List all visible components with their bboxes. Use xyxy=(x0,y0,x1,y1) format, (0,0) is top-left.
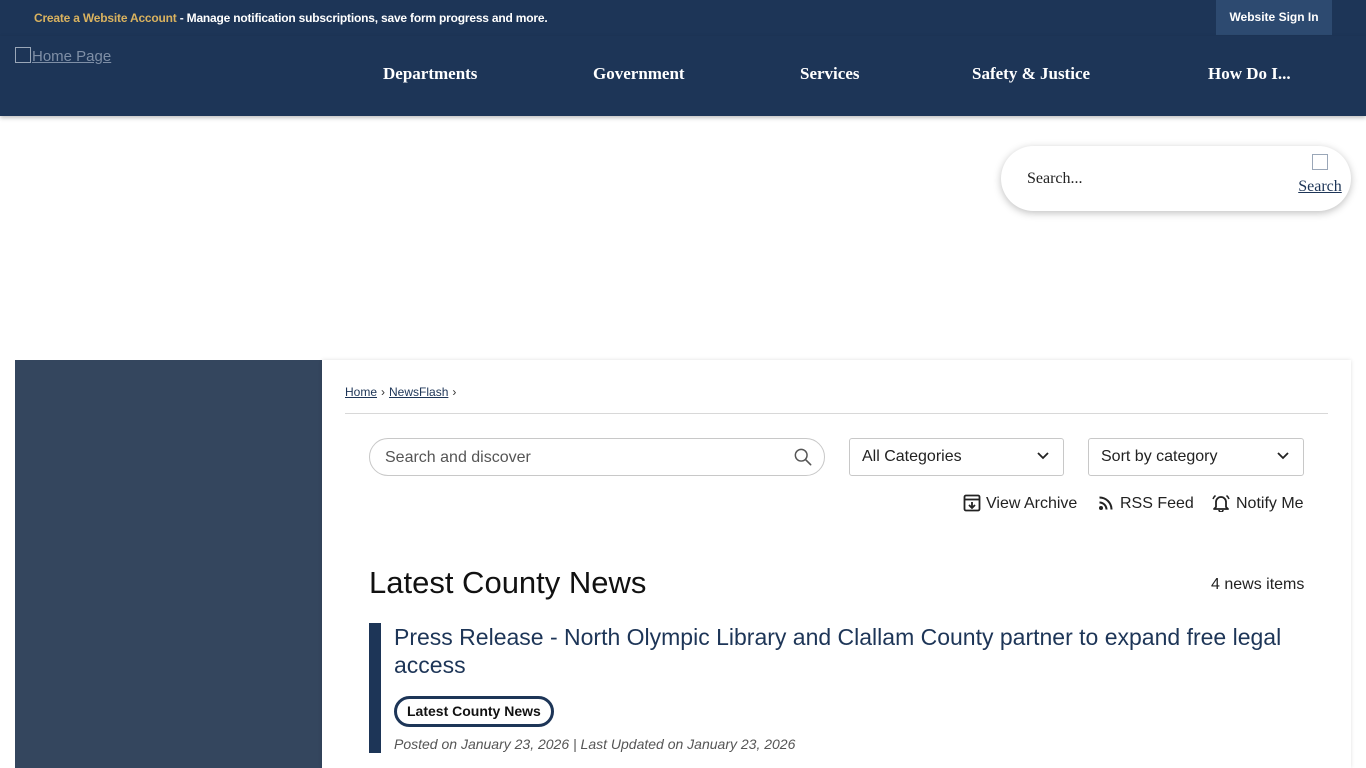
breadcrumb: Home › NewsFlash › xyxy=(345,385,460,399)
nav-departments[interactable]: Departments xyxy=(383,64,477,84)
breadcrumb-home[interactable]: Home xyxy=(345,385,377,399)
rss-feed-link[interactable]: RSS Feed xyxy=(1097,494,1194,513)
breadcrumb-newsflash[interactable]: NewsFlash xyxy=(389,385,448,399)
news-accent-bar xyxy=(369,623,381,753)
news-category-tag[interactable]: Latest County News xyxy=(394,696,554,727)
logo-alt-text: Home Page xyxy=(32,48,112,65)
category-select[interactable]: All Categories xyxy=(849,438,1064,476)
notify-me-label: Notify Me xyxy=(1236,495,1304,512)
view-archive-link[interactable]: View Archive xyxy=(963,494,1077,513)
news-search-box xyxy=(369,438,825,476)
news-count: 4 news items xyxy=(1211,576,1305,593)
nav-how-do-i[interactable]: How Do I... xyxy=(1208,64,1291,84)
notify-me-link[interactable]: Notify Me xyxy=(1211,494,1304,513)
nav-safety-justice[interactable]: Safety & Justice xyxy=(972,64,1090,84)
news-search-input[interactable] xyxy=(383,446,777,470)
view-archive-label: View Archive xyxy=(986,495,1078,512)
bell-icon xyxy=(1212,494,1230,513)
rss-feed-label: RSS Feed xyxy=(1120,495,1194,512)
account-message-text: - Manage notification subscriptions, sav… xyxy=(176,11,548,25)
rss-icon xyxy=(1099,496,1113,510)
search-button-alt: Search xyxy=(1298,178,1342,195)
chevron-down-icon xyxy=(1277,452,1289,460)
create-account-link[interactable]: Create a Website Account xyxy=(34,11,177,25)
sort-select[interactable]: Sort by category xyxy=(1088,438,1304,476)
broken-image-icon xyxy=(1312,154,1328,170)
archive-icon xyxy=(963,494,981,512)
top-utility-bar: Create a Website Account - Manage notifi… xyxy=(0,0,1366,36)
left-sidebar xyxy=(15,360,322,768)
account-message: Create a Website Account - Manage notifi… xyxy=(34,11,548,25)
news-post-date: Posted on January 23, 2026 | Last Update… xyxy=(394,736,796,752)
site-search-input[interactable] xyxy=(1025,166,1279,192)
chevron-down-icon xyxy=(1037,452,1049,460)
list-item: Press Release - North Olympic Library an… xyxy=(369,623,1309,753)
broken-image-icon xyxy=(15,47,31,63)
category-select-value: All Categories xyxy=(862,448,962,465)
website-sign-in-button[interactable]: Website Sign In xyxy=(1216,0,1332,35)
page-title: Latest County News xyxy=(369,565,647,600)
breadcrumb-divider xyxy=(345,413,1328,414)
breadcrumb-separator-icon: › xyxy=(452,385,457,399)
main-navigation: Home Page Departments Government Service… xyxy=(0,36,1366,116)
nav-services[interactable]: Services xyxy=(800,64,859,84)
search-icon[interactable] xyxy=(794,448,812,466)
site-search-box: Search xyxy=(1001,146,1351,211)
site-search-button[interactable]: Search xyxy=(1294,152,1346,198)
breadcrumb-separator-icon: › xyxy=(381,385,386,399)
sort-select-value: Sort by category xyxy=(1101,448,1218,465)
news-title-link[interactable]: Press Release - North Olympic Library an… xyxy=(394,623,1294,679)
nav-government[interactable]: Government xyxy=(593,64,685,84)
main-content: Home›NewsFlash› All Categories Sort by c… xyxy=(322,360,1351,768)
home-page-logo[interactable]: Home Page xyxy=(15,47,111,65)
